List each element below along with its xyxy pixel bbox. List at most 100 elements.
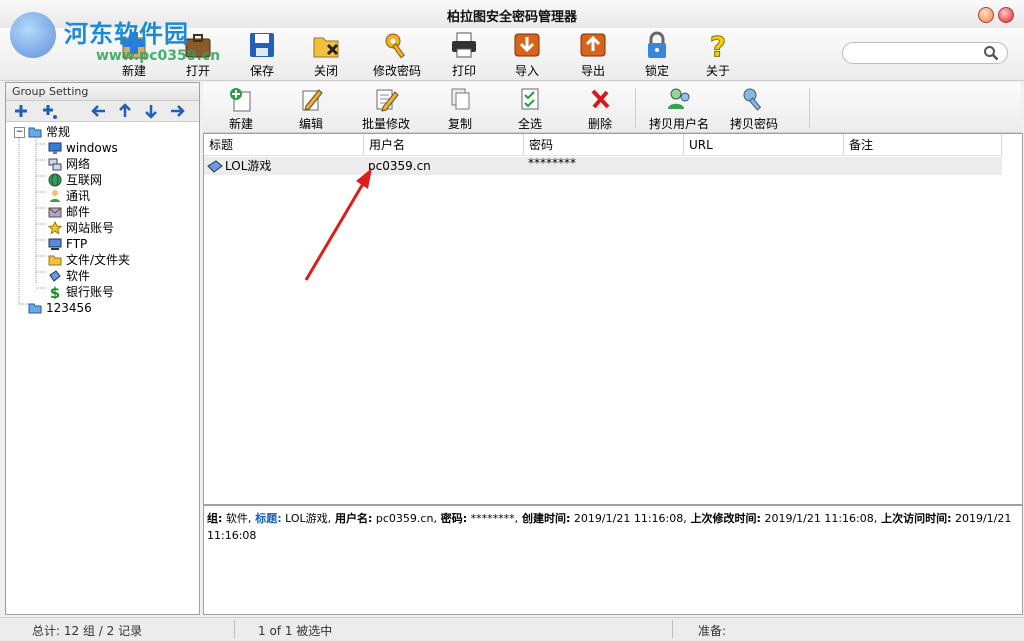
tree-item-windows[interactable]: windows: [48, 140, 118, 156]
column-header-title[interactable]: 标题: [204, 134, 364, 156]
tree-item-ftp[interactable]: FTP: [48, 236, 87, 252]
tree-item-internet[interactable]: 互联网: [48, 172, 102, 188]
toolbar-lock-button[interactable]: 锁定: [629, 30, 685, 78]
save-icon: [250, 33, 274, 57]
tree-item-contacts[interactable]: 通讯: [48, 188, 90, 204]
entry-batch-edit-button[interactable]: 批量修改: [351, 86, 421, 132]
entry-toolbar-label: 批量修改: [361, 117, 410, 131]
file-folder-icon: [48, 255, 62, 266]
toolbar-label: 打印: [451, 64, 476, 78]
toolbar-print-button[interactable]: 打印: [436, 30, 492, 78]
close-window-button[interactable]: [998, 7, 1014, 23]
arrow-right-icon[interactable]: [168, 102, 186, 120]
status-separator: [672, 620, 673, 638]
copy-icon: [451, 88, 470, 110]
add-sub-icon[interactable]: [40, 102, 58, 120]
entry-copy-button[interactable]: 复制: [425, 86, 495, 132]
copy-password-icon: [743, 88, 762, 111]
arrow-up-icon[interactable]: [116, 102, 134, 120]
network-icon: [48, 158, 62, 171]
column-header-note[interactable]: 备注: [844, 134, 1002, 156]
toolbar-import-button[interactable]: 导入: [499, 30, 555, 78]
tree-label: 互联网: [66, 173, 103, 187]
printer-icon: [452, 32, 476, 58]
close-folder-icon: [313, 37, 339, 58]
arrow-down-icon[interactable]: [142, 102, 160, 120]
entry-edit-button[interactable]: 编辑: [276, 86, 346, 132]
tree-item-general[interactable]: 常规: [28, 124, 70, 140]
entry-toolbar-label: 拷贝密码: [729, 117, 778, 131]
toolbar-label: 导出: [580, 64, 605, 78]
cell-title: LOL游戏: [225, 159, 272, 173]
entry-select-all-button[interactable]: 全选: [495, 86, 565, 132]
entry-toolbar: 新建 编辑 批量修改 复制 全选 删除 拷贝用户名 拷贝密码: [203, 82, 1021, 133]
group-sidebar: Group Setting − 常规 windows 网络 互联网 通讯 邮件 …: [5, 82, 200, 615]
detail-password: ********,: [467, 512, 519, 525]
detail-title-label: 标题:: [251, 512, 282, 525]
watermark-circle: [10, 12, 56, 58]
toolbar-save-button[interactable]: 保存: [234, 30, 290, 78]
entries-table: 标题 用户名 密码 URL 备注 LOL游戏 pc0359.cn *******…: [203, 133, 1023, 505]
toolbar-label: 新建: [121, 64, 146, 78]
entry-new-button[interactable]: 新建: [206, 86, 276, 132]
tree-item-bank[interactable]: $ 银行账号: [48, 284, 114, 300]
toolbar-label: 关闭: [313, 64, 338, 78]
tree-item-123456[interactable]: 123456: [28, 300, 92, 316]
tree-label: 常规: [46, 125, 71, 139]
cell-password: ********: [528, 156, 576, 170]
toolbar-label: 导入: [514, 64, 539, 78]
tree-label: 文件/文件夹: [66, 253, 131, 267]
entry-copy-password-button[interactable]: 拷贝密码: [719, 86, 789, 132]
arrow-left-icon[interactable]: [90, 102, 108, 120]
entry-toolbar-label: 新建: [228, 117, 253, 131]
toolbar-label: 关于: [705, 64, 730, 78]
entry-toolbar-label: 全选: [517, 117, 542, 131]
svg-text:$: $: [50, 285, 60, 299]
toolbar-about-button[interactable]: ? 关于: [690, 30, 746, 78]
tree-label: 网络: [66, 157, 91, 171]
export-icon: [580, 33, 606, 57]
folder-icon: [28, 127, 42, 138]
software-icon: [207, 160, 223, 173]
tree-item-mail[interactable]: 邮件: [48, 204, 90, 220]
search-icon[interactable]: [983, 45, 999, 61]
status-bar: 总计: 12 组 / 2 记录 1 of 1 被选中 准备:: [0, 617, 1024, 641]
toolbar-export-button[interactable]: 导出: [565, 30, 621, 78]
tree-label: 软件: [66, 269, 91, 283]
toolbar-change-password-button[interactable]: 修改密码: [369, 30, 425, 78]
toolbar-close-button[interactable]: 关闭: [298, 30, 354, 78]
column-header-username[interactable]: 用户名: [364, 134, 524, 156]
toolbar-label: 打开: [185, 64, 210, 78]
add-icon[interactable]: [12, 102, 30, 120]
minimize-button[interactable]: [978, 7, 994, 23]
lock-icon: [648, 31, 666, 58]
tree-label: 邮件: [66, 205, 91, 219]
tree-label: windows: [66, 141, 118, 155]
detail-text: 组: 软件, 标题: LOL游戏, 用户名: pc0359.cn, 密码: **…: [204, 506, 1022, 548]
tree-item-web-accounts[interactable]: 网站账号: [48, 220, 114, 236]
watermark-url: www.pc0359.cn: [96, 48, 221, 64]
toolbar-separator: [809, 88, 810, 128]
svg-text:?: ?: [710, 30, 726, 60]
column-header-url[interactable]: URL: [684, 134, 844, 156]
entry-copy-username-button[interactable]: 拷贝用户名: [644, 86, 714, 132]
status-selection: 1 of 1 被选中: [258, 624, 333, 638]
batch-edit-icon: [376, 89, 399, 112]
entry-delete-button[interactable]: 删除: [565, 86, 635, 132]
column-header-password[interactable]: 密码: [524, 134, 684, 156]
tree-item-files[interactable]: 文件/文件夹: [48, 252, 130, 268]
import-icon: [514, 33, 540, 57]
software-icon: [49, 270, 61, 282]
mail-icon: [48, 207, 62, 218]
detail-panel: 组: 软件, 标题: LOL游戏, 用户名: pc0359.cn, 密码: **…: [203, 505, 1023, 615]
search-input[interactable]: [842, 42, 1008, 64]
entry-toolbar-label: 拷贝用户名: [648, 117, 709, 131]
key-icon: [385, 33, 405, 59]
tree-item-network[interactable]: 网络: [48, 156, 90, 172]
contact-icon: [50, 190, 60, 202]
table-row[interactable]: LOL游戏 pc0359.cn ********: [204, 156, 1002, 175]
tree-item-software[interactable]: 软件: [48, 268, 90, 284]
star-icon: [48, 221, 62, 235]
tree-label: FTP: [66, 237, 88, 251]
tree-expander[interactable]: −: [14, 127, 25, 138]
